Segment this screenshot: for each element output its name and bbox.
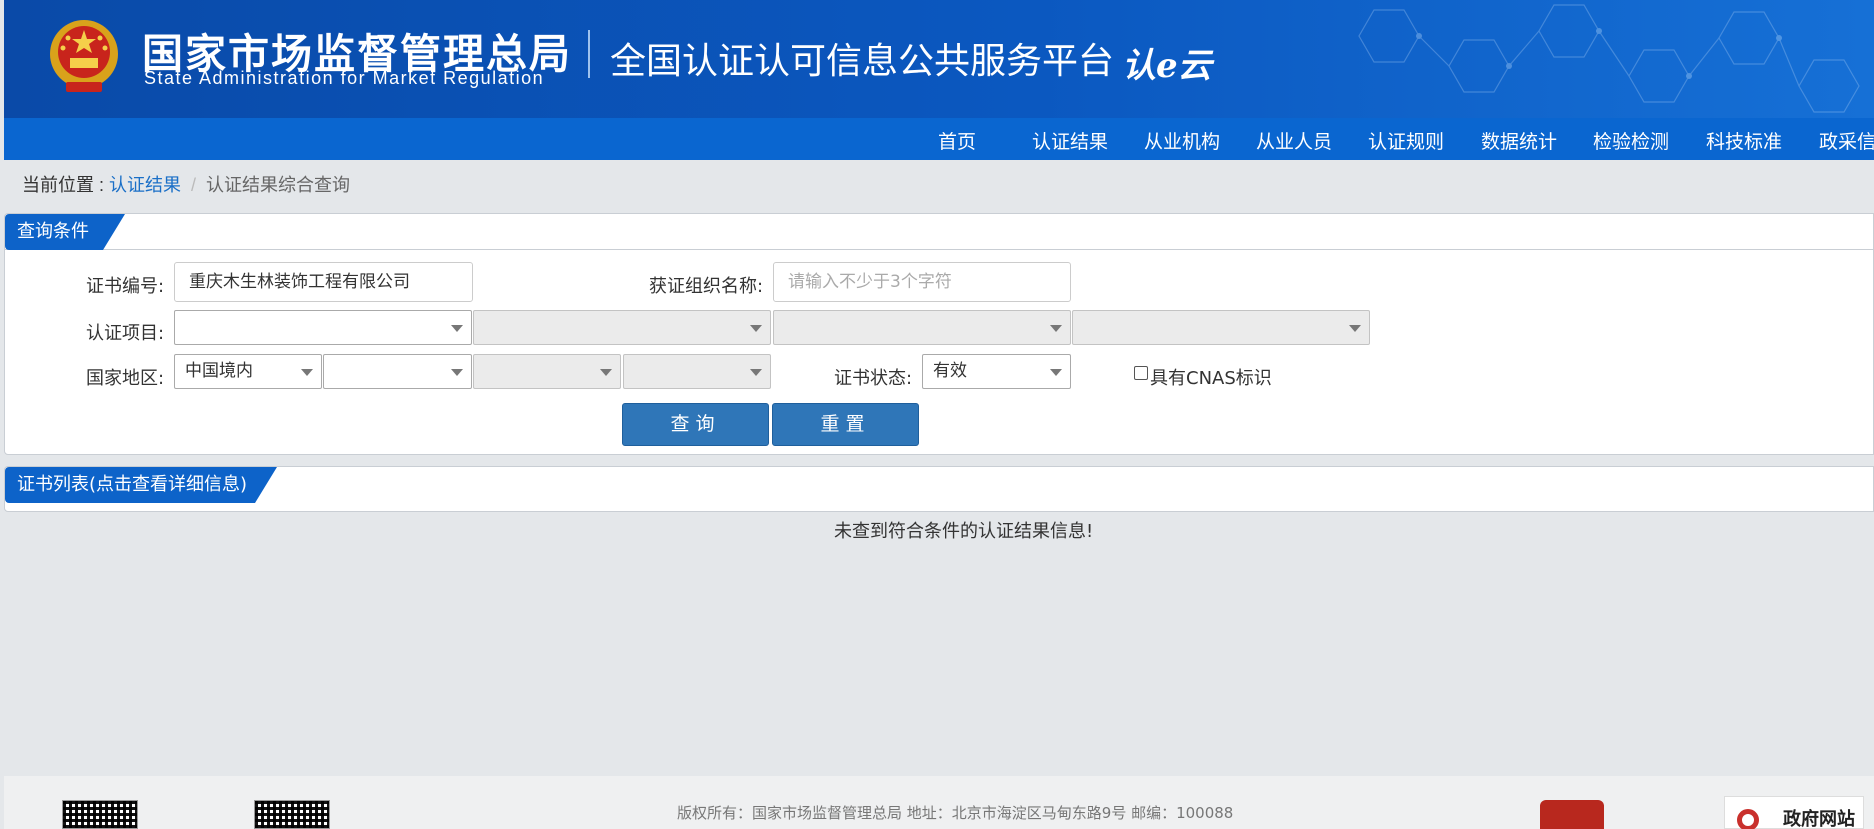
project-select-1[interactable] [174,310,472,345]
hexagon-pattern-decoration [1358,4,1860,113]
nav-item-inspection[interactable]: 检验检测 [1593,127,1669,154]
project-label: 认证项目: [86,323,165,344]
qr-code-icon [62,800,138,829]
nav-item-procurement[interactable]: 政采信 [1819,127,1874,154]
national-emblem-icon [50,20,118,92]
site-footer: 版权所有：国家市场监督管理总局 地址：北京市海淀区马甸东路9号 邮编：10008… [4,776,1874,829]
query-panel-header: 查询条件 [5,214,1873,250]
nav-item-home[interactable]: 首页 [938,127,976,154]
chevron-down-icon [451,369,463,376]
region-select-district[interactable] [623,354,771,389]
renyun-logo: 认e云 [1122,46,1212,86]
chevron-down-icon [1050,369,1062,376]
breadcrumb-separator: / [191,175,197,195]
qr-code-icon [254,800,330,829]
police-badge-icon[interactable] [1540,800,1604,829]
region-label: 国家地区: [86,368,165,389]
project-select-3[interactable] [773,310,1071,345]
main-nav: 首页 认证结果 从业机构 从业人员 认证规则 数据统计 检验检测 科技标准 政采… [4,118,1874,160]
cert-list-header: 证书列表(点击查看详细信息) [5,467,1873,503]
project-select-2[interactable] [473,310,771,345]
breadcrumb: 当前位置 : 认证结果 / 认证结果综合查询 [22,171,350,197]
nav-item-standards[interactable]: 科技标准 [1706,127,1782,154]
status-label: 证书状态: [834,368,913,389]
gov-site-icon [1737,809,1759,829]
site-header: 国家市场监督管理总局 State Administration for Mark… [4,0,1874,118]
platform-title: 全国认证认可信息公共服务平台 [610,41,1115,82]
breadcrumb-prefix: 当前位置 : [22,175,110,195]
breadcrumb-current: 认证结果综合查询 [206,175,351,195]
cert-no-input[interactable]: 重庆木生林装饰工程有限公司 [174,262,473,302]
chevron-down-icon [750,325,762,332]
status-select-value: 有效 [933,361,967,381]
region-select-country[interactable]: 中国境内 [174,354,322,389]
breadcrumb-link-cert-results[interactable]: 认证结果 [109,175,181,195]
region-select-city[interactable] [473,354,621,389]
project-select-4[interactable] [1072,310,1370,345]
nav-item-institutions[interactable]: 从业机构 [1144,127,1220,154]
chevron-down-icon [750,369,762,376]
cnas-checkbox[interactable] [1134,366,1148,380]
header-divider [588,30,590,78]
org-name-input[interactable]: 请输入不少于3个字符 [773,262,1071,302]
cert-list-title: 证书列表(点击查看详细信息) [5,467,277,503]
chevron-down-icon [301,369,313,376]
gov-site-badge[interactable]: 政府网站 [1724,796,1864,829]
nav-item-statistics[interactable]: 数据统计 [1481,127,1557,154]
chevron-down-icon [1349,325,1361,332]
nav-item-cert-results[interactable]: 认证结果 [1032,127,1108,154]
query-panel-title: 查询条件 [5,214,125,250]
status-select[interactable]: 有效 [922,354,1071,389]
nav-item-personnel[interactable]: 从业人员 [1256,127,1332,154]
org-name-label: 获证组织名称: [649,276,764,297]
chevron-down-icon [600,369,612,376]
reset-button[interactable]: 重置 [772,403,919,446]
chevron-down-icon [1050,325,1062,332]
empty-result-message: 未查到符合条件的认证结果信息! [834,521,1094,542]
cert-no-label: 证书编号: [86,276,165,297]
gov-site-label: 政府网站 [1783,809,1855,829]
nav-item-rules[interactable]: 认证规则 [1368,127,1444,154]
region-select-value: 中国境内 [185,361,253,381]
region-select-province[interactable] [323,354,472,389]
chevron-down-icon [451,325,463,332]
org-name-en: State Administration for Market Regulati… [144,68,545,88]
cert-list-panel: 证书列表(点击查看详细信息) [4,466,1874,512]
cnas-label[interactable]: 具有CNAS标识 [1150,364,1272,390]
copyright-text: 版权所有：国家市场监督管理总局 地址：北京市海淀区马甸东路9号 邮编：10008… [677,804,1234,822]
search-button[interactable]: 查询 [622,403,769,446]
